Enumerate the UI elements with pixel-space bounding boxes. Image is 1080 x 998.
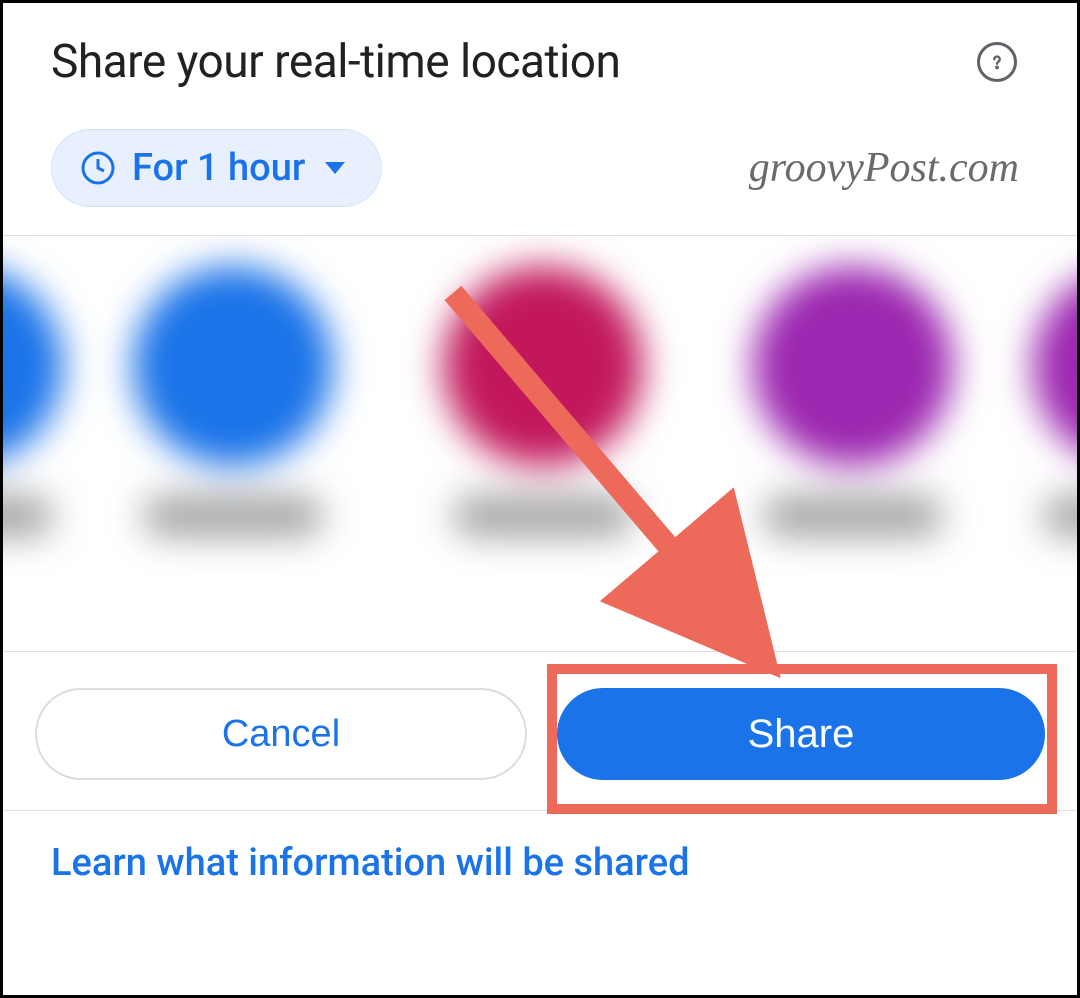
contacts-carousel[interactable] (3, 236, 1077, 652)
contact-name-blurred (763, 496, 943, 536)
learn-more-link[interactable]: Learn what information will be shared (51, 841, 690, 885)
contact-item[interactable] (1013, 266, 1077, 536)
duration-chip[interactable]: For 1 hour (51, 129, 382, 207)
dialog-header: Share your real-time location (3, 3, 1077, 109)
watermark-text: groovyPost.com (749, 144, 1019, 192)
avatar (1033, 266, 1077, 466)
action-buttons-row: Cancel Share (3, 652, 1077, 810)
duration-row: For 1 hour groovyPost.com (3, 109, 1077, 236)
help-icon[interactable] (977, 42, 1017, 82)
contact-name-blurred (143, 496, 323, 536)
contact-item[interactable] (423, 266, 663, 536)
contact-item[interactable] (733, 266, 973, 536)
contact-name-blurred (3, 496, 53, 536)
share-button[interactable]: Share (557, 688, 1045, 780)
contact-name-blurred (453, 496, 633, 536)
dialog-title: Share your real-time location (51, 35, 620, 89)
contact-name-blurred (1043, 496, 1077, 536)
contact-item[interactable] (3, 266, 83, 536)
info-row: Learn what information will be shared (3, 810, 1077, 915)
avatar (753, 266, 953, 466)
avatar (3, 266, 63, 466)
cancel-button[interactable]: Cancel (35, 688, 527, 780)
contact-item[interactable] (113, 266, 353, 536)
duration-label: For 1 hour (132, 146, 305, 190)
chevron-down-icon (325, 162, 345, 174)
avatar (133, 266, 333, 466)
avatar (443, 266, 643, 466)
clock-icon (80, 150, 116, 186)
